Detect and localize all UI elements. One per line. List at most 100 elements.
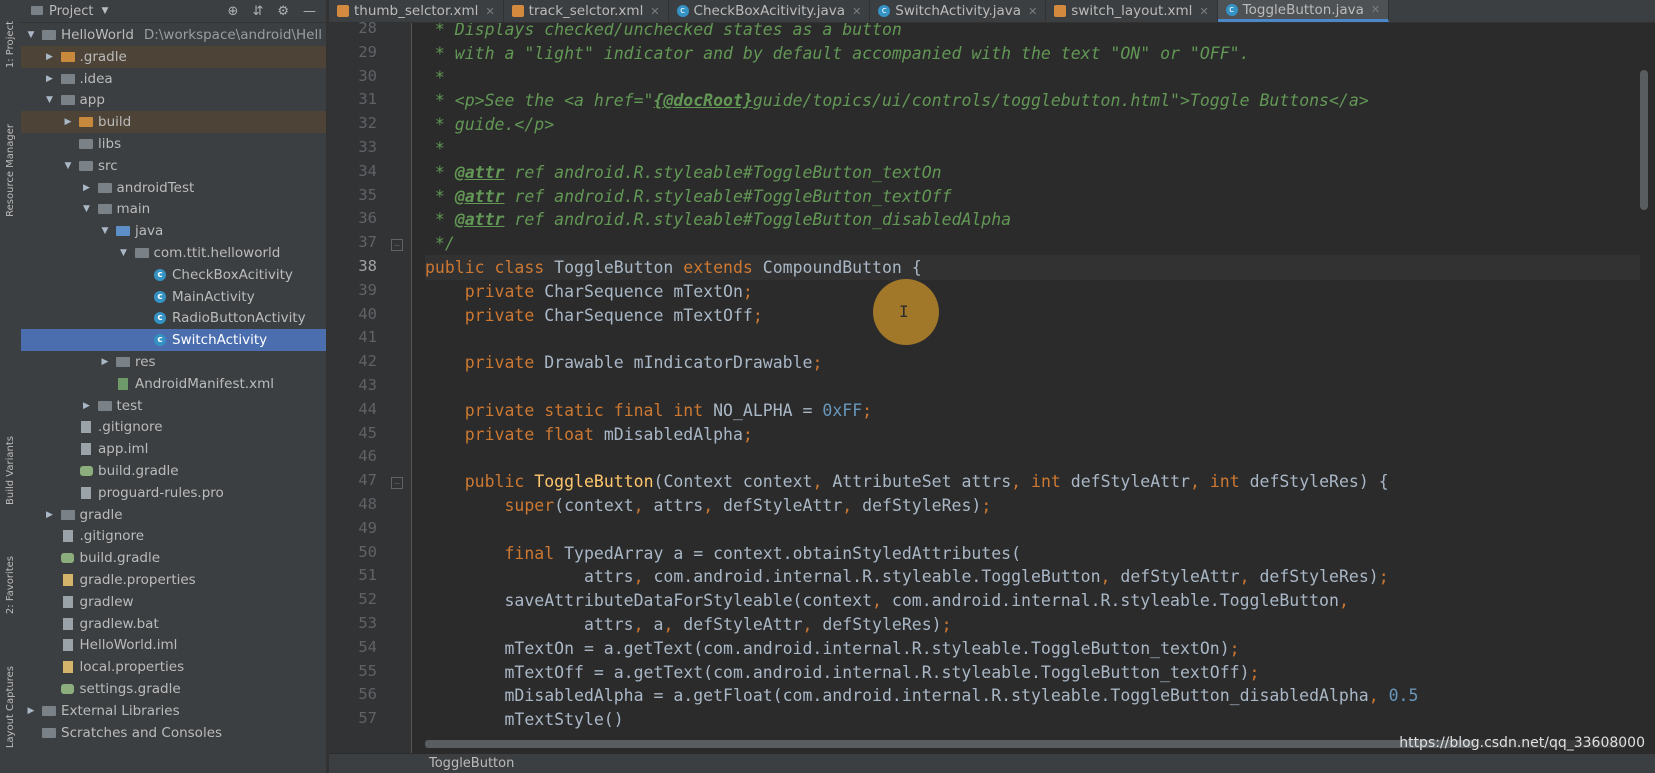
chevron-right-icon[interactable]: ▶ (25, 706, 37, 716)
tree-item[interactable]: ▶ androidTest (21, 177, 326, 199)
tree-item[interactable]: ▼ java (21, 220, 326, 242)
code-line[interactable]: * Displays checked/unchecked states as a… (425, 23, 902, 42)
tree-item[interactable]: build.gradle (21, 460, 326, 482)
editor-tab[interactable]: c ToggleButton.java ✕ (1217, 0, 1390, 22)
minimize-icon[interactable]: — (303, 4, 316, 19)
close-icon[interactable]: ✕ (1371, 3, 1380, 16)
horizontal-scrollbar-thumb[interactable] (425, 740, 1475, 748)
tree-item[interactable]: ▼ HelloWorld D:\workspace\android\Hell (21, 24, 326, 46)
tree-item[interactable]: gradlew.bat (21, 613, 326, 635)
vertical-scrollbar-thumb[interactable] (1640, 70, 1648, 210)
tree-item[interactable]: Scratches and Consoles (21, 722, 326, 744)
editor-tab[interactable]: switch_layout.xml ✕ (1046, 0, 1218, 22)
code-line[interactable]: mTextStyle() (425, 707, 623, 732)
tree-item[interactable]: proguard-rules.pro (21, 482, 326, 504)
tree-item[interactable]: c MainActivity (21, 286, 326, 308)
chevron-down-icon[interactable]: ▼ (99, 226, 111, 236)
tree-item[interactable]: ▶ build (21, 111, 326, 134)
chevron-right-icon[interactable]: ▶ (81, 401, 93, 411)
code-editor[interactable]: * Displays checked/unchecked states as a… (425, 23, 1640, 753)
tree-item[interactable]: AndroidManifest.xml (21, 373, 326, 395)
tree-item[interactable]: ▼ com.ttit.helloworld (21, 242, 326, 264)
code-line[interactable]: final TypedArray a = context.obtainStyle… (425, 541, 1021, 566)
code-line[interactable]: super(context, attrs, defStyleAttr, defS… (425, 493, 991, 518)
tool-tab-project[interactable]: 1: Project (0, 4, 21, 86)
tree-item[interactable]: libs (21, 133, 326, 155)
tree-item[interactable]: c SwitchActivity (21, 329, 326, 352)
tree-item[interactable]: ▶ res (21, 351, 326, 373)
code-line[interactable]: attrs, a, defStyleAttr, defStyleRes); (425, 612, 952, 637)
tool-tab-favorites[interactable]: 2: Favorites (0, 545, 21, 625)
tree-item[interactable]: c CheckBoxAcitivity (21, 264, 326, 286)
code-line[interactable]: * @attr ref android.R.styleable#ToggleBu… (425, 160, 942, 185)
editor-tab[interactable]: track_selctor.xml ✕ (504, 0, 669, 22)
tree-item[interactable]: local.properties (21, 656, 326, 678)
tree-item[interactable]: ▼ main (21, 198, 326, 220)
breadcrumb-item[interactable]: ToggleButton (429, 756, 514, 771)
code-line[interactable]: attrs, com.android.internal.R.styleable.… (425, 564, 1389, 589)
editor-tab[interactable]: c CheckBoxAcitivity.java ✕ (669, 0, 871, 22)
editor-tab[interactable]: c SwitchActivity.java ✕ (870, 0, 1047, 22)
tree-item[interactable]: HelloWorld.iml (21, 634, 326, 656)
close-icon[interactable]: ✕ (1028, 5, 1037, 18)
tree-item[interactable]: ▼ app (21, 89, 326, 111)
code-line[interactable]: * guide.</p> (425, 112, 554, 137)
code-line[interactable]: mTextOn = a.getText(com.android.internal… (425, 636, 1239, 661)
code-line[interactable]: saveAttributeDataForStyleable(context, c… (425, 588, 1348, 613)
code-line[interactable]: private Drawable mIndicatorDrawable; (425, 350, 823, 375)
code-line[interactable]: * (425, 65, 445, 90)
code-line[interactable]: * @attr ref android.R.styleable#ToggleBu… (425, 184, 952, 209)
close-icon[interactable]: ✕ (852, 5, 861, 18)
code-line[interactable]: public class ToggleButton extends Compou… (425, 255, 1640, 280)
chevron-down-icon[interactable]: ▼ (101, 6, 108, 16)
code-line[interactable]: mTextOff = a.getText(com.android.interna… (425, 660, 1259, 685)
close-icon[interactable]: ✕ (485, 5, 494, 18)
tree-item[interactable]: ▼ src (21, 155, 326, 177)
code-line[interactable]: * (425, 136, 445, 161)
tree-item[interactable]: ▶ test (21, 395, 326, 417)
chevron-down-icon[interactable]: ▼ (62, 161, 74, 171)
close-icon[interactable]: ✕ (1199, 5, 1208, 18)
tree-item[interactable]: gradle.properties (21, 569, 326, 591)
code-line[interactable]: * with a "light" indicator and by defaul… (425, 41, 1250, 66)
tree-item[interactable]: build.gradle (21, 547, 326, 569)
tool-tab-resource-manager[interactable]: Resource Manager (0, 110, 21, 230)
chevron-down-icon[interactable]: ▼ (118, 248, 130, 258)
tree-item[interactable]: ▶ External Libraries (21, 700, 326, 722)
project-panel-title[interactable]: Project (49, 4, 93, 19)
chevron-right-icon[interactable]: ▶ (81, 183, 93, 193)
tree-item[interactable]: app.iml (21, 438, 326, 460)
tree-item[interactable]: c RadioButtonActivity (21, 307, 326, 329)
tree-item[interactable]: ▶ gradle (21, 504, 326, 526)
chevron-right-icon[interactable]: ▶ (99, 357, 111, 367)
chevron-down-icon[interactable]: ▼ (44, 95, 56, 105)
code-line[interactable]: public ToggleButton(Context context, Att… (425, 469, 1389, 494)
chevron-down-icon[interactable]: ▼ (25, 30, 37, 40)
close-icon[interactable]: ✕ (650, 5, 659, 18)
code-line[interactable]: private float mDisabledAlpha; (425, 422, 753, 447)
tool-tab-build-variants[interactable]: Build Variants (0, 425, 21, 515)
tree-item[interactable]: ▶ .idea (21, 68, 326, 90)
chevron-right-icon[interactable]: ▶ (44, 74, 56, 84)
tree-item[interactable]: .gitignore (21, 525, 326, 547)
chevron-right-icon[interactable]: ▶ (62, 117, 74, 127)
code-line[interactable]: */ (425, 231, 455, 256)
code-line[interactable]: * @attr ref android.R.styleable#ToggleBu… (425, 207, 1011, 232)
code-line[interactable]: private CharSequence mTextOn; (425, 279, 753, 304)
fold-icon[interactable]: − (391, 477, 403, 490)
tree-item[interactable]: settings.gradle (21, 678, 326, 700)
chevron-right-icon[interactable]: ▶ (44, 52, 56, 62)
tree-item[interactable]: gradlew (21, 591, 326, 613)
editor-tab[interactable]: thumb_selctor.xml ✕ (329, 0, 504, 22)
fold-icon[interactable]: − (391, 239, 403, 252)
tool-tab-layout-captures[interactable]: Layout Captures (0, 655, 21, 760)
gear-icon[interactable]: ⚙ (277, 4, 289, 19)
code-line[interactable]: private static final int NO_ALPHA = 0xFF… (425, 398, 872, 423)
code-line[interactable]: private CharSequence mTextOff; (425, 303, 763, 328)
tree-item[interactable]: ▶ .gradle (21, 45, 326, 68)
tree-item[interactable]: .gitignore (21, 416, 326, 438)
code-line[interactable]: mDisabledAlpha = a.getFloat(com.android.… (425, 683, 1418, 708)
collapse-all-icon[interactable]: ⇵ (252, 4, 263, 19)
target-icon[interactable]: ⊕ (228, 4, 239, 19)
chevron-down-icon[interactable]: ▼ (81, 204, 93, 214)
